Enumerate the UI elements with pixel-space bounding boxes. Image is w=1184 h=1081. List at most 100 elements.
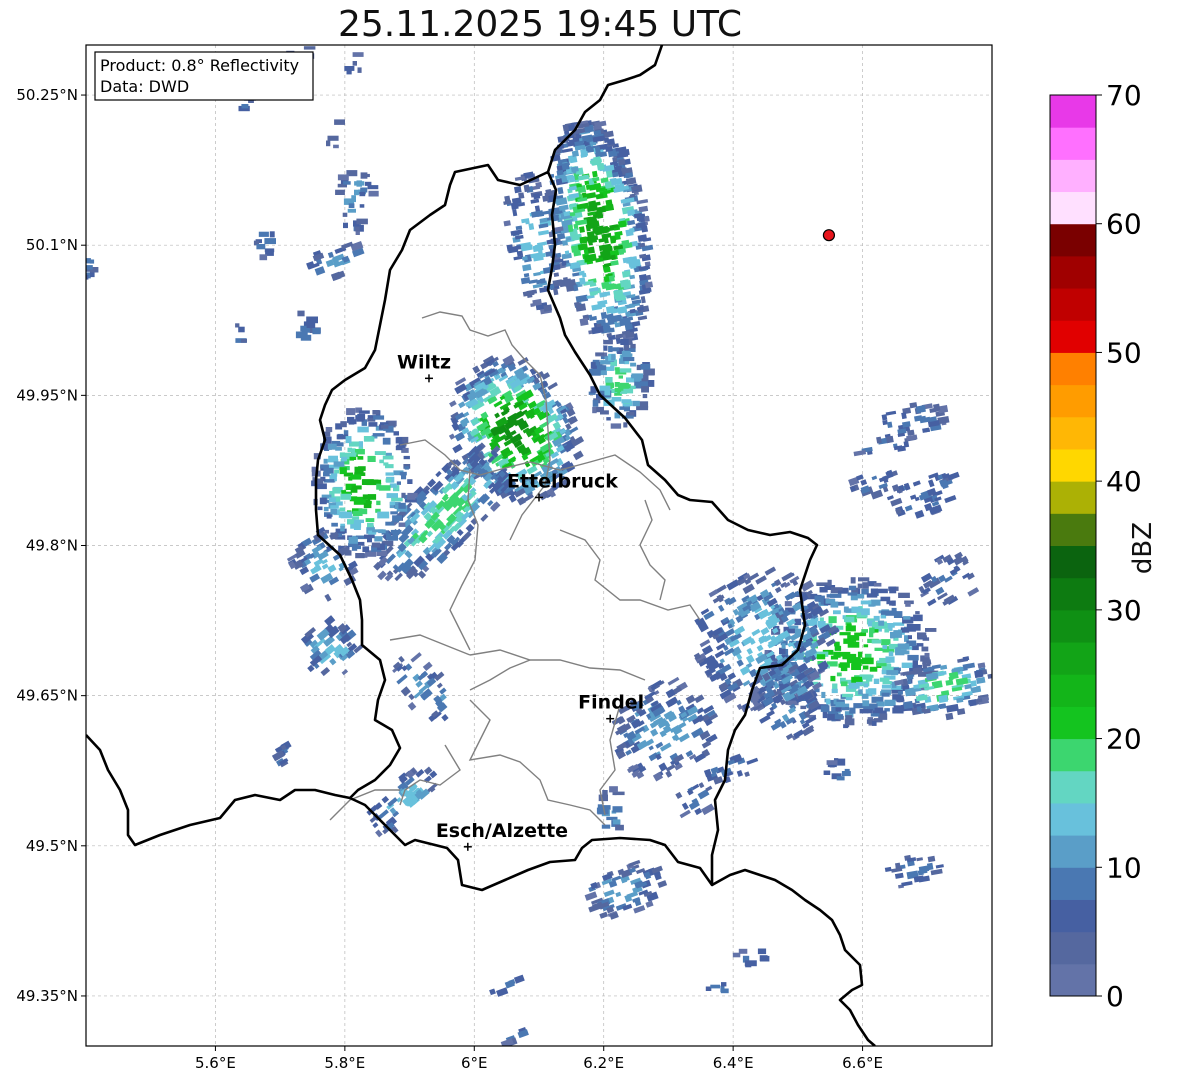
echo-pixel (480, 513, 489, 522)
echo-pixel (328, 497, 336, 503)
echo-pixel (645, 900, 654, 908)
echo-pixel (579, 236, 588, 244)
echo-pixel (259, 254, 268, 261)
echo-pixel (295, 331, 308, 339)
echo-pixel (880, 614, 887, 619)
echo-pixel (927, 855, 936, 863)
echo-pixel (881, 684, 892, 689)
echo-pixel (618, 158, 626, 166)
echo-pixel (528, 223, 535, 231)
colorbar-segment (1050, 513, 1096, 546)
colorbar-segment (1050, 191, 1096, 225)
echo-pixel (610, 254, 616, 261)
echo-pixel (621, 351, 631, 357)
echo-pixel (836, 776, 845, 781)
echo-pixel (604, 389, 611, 396)
echo-pixel (657, 880, 668, 888)
echo-pixel (939, 703, 947, 710)
echo-pixel (494, 412, 501, 419)
echo-pixel (833, 610, 841, 615)
echo-pixel (441, 714, 449, 722)
echo-pixel (597, 365, 607, 371)
echo-pixel (742, 680, 751, 687)
echo-pixel (538, 229, 550, 236)
echo-pixel (357, 426, 369, 433)
echo-pixel (939, 664, 948, 670)
colorbar-segment (1050, 835, 1096, 868)
echo-pixel (348, 536, 358, 544)
echo-pixel (863, 683, 869, 688)
echo-pixel (861, 693, 869, 699)
echo-pixel (603, 275, 610, 283)
echo-pixel (522, 264, 532, 272)
lon-tick-label: 5.8°E (324, 1054, 365, 1072)
echo-pixel (320, 666, 331, 677)
echo-pixel (870, 588, 878, 595)
echo-pixel (625, 749, 632, 756)
echo-pixel (885, 435, 894, 444)
echo-pixel (372, 822, 379, 829)
echo-pixel (859, 708, 869, 714)
echo-pixel (258, 231, 269, 237)
colorbar-segment (1050, 577, 1096, 611)
echo-pixel (337, 174, 349, 181)
echo-pixel (557, 187, 564, 195)
echo-pixel (372, 529, 384, 533)
echo-pixel (561, 239, 568, 246)
echo-pixel (562, 124, 570, 132)
echo-pixel (349, 457, 357, 460)
lat-tick-label: 50.1°N (26, 236, 78, 254)
echo-pixel (391, 497, 403, 502)
echo-pixel (374, 536, 383, 542)
echo-pixel (510, 229, 523, 236)
echo-pixel (327, 135, 339, 141)
echo-pixel (340, 511, 353, 519)
echo-pixel (862, 582, 869, 589)
echo-pixel (373, 415, 385, 420)
echo-pixel (888, 651, 894, 657)
colorbar-segment (1050, 738, 1096, 772)
echo-pixel (860, 608, 870, 616)
echo-pixel (326, 514, 332, 519)
echo-pixel (454, 383, 467, 395)
echo-pixel (882, 645, 887, 650)
echo-pixel (626, 891, 639, 899)
echo-pixel (694, 807, 703, 816)
echo-pixel (579, 226, 585, 233)
echo-pixel (357, 456, 364, 460)
colorbar-segment (1050, 674, 1096, 707)
echo-pixel (387, 535, 398, 541)
echo-pixel (616, 716, 626, 725)
echo-pixel (422, 661, 433, 672)
echo-pixel (814, 595, 825, 602)
echo-pixel (623, 357, 635, 362)
echo-pixel (351, 195, 356, 203)
echo-pixel (894, 872, 904, 879)
echo-pixel (601, 824, 611, 829)
echo-pixel (708, 589, 719, 598)
echo-pixel (496, 987, 509, 997)
echo-pixel (955, 677, 969, 686)
echo-pixel (410, 652, 422, 663)
info-product: Product: 0.8° Reflectivity (100, 56, 299, 75)
echo-pixel (640, 363, 651, 370)
echo-pixel (401, 492, 406, 498)
echo-pixel (675, 791, 683, 799)
colorbar-tick-label: 60 (1106, 208, 1142, 241)
echo-pixel (363, 173, 370, 178)
echo-pixel (503, 220, 511, 227)
echo-pixel (392, 517, 399, 523)
echo-pixel (976, 676, 986, 685)
echo-pixel (945, 712, 954, 721)
echo-pixel (898, 691, 903, 695)
echo-pixel (861, 629, 868, 633)
colorbar-label: dBZ (1128, 521, 1158, 575)
echo-pixel (887, 421, 893, 429)
echo-pixel (561, 148, 573, 153)
lat-tick-label: 49.35°N (16, 987, 78, 1005)
echo-pixel (858, 577, 870, 582)
echo-pixel (615, 824, 624, 831)
echo-pixel (880, 596, 891, 602)
echo-pixel (629, 227, 635, 234)
echo-pixel (542, 195, 550, 202)
